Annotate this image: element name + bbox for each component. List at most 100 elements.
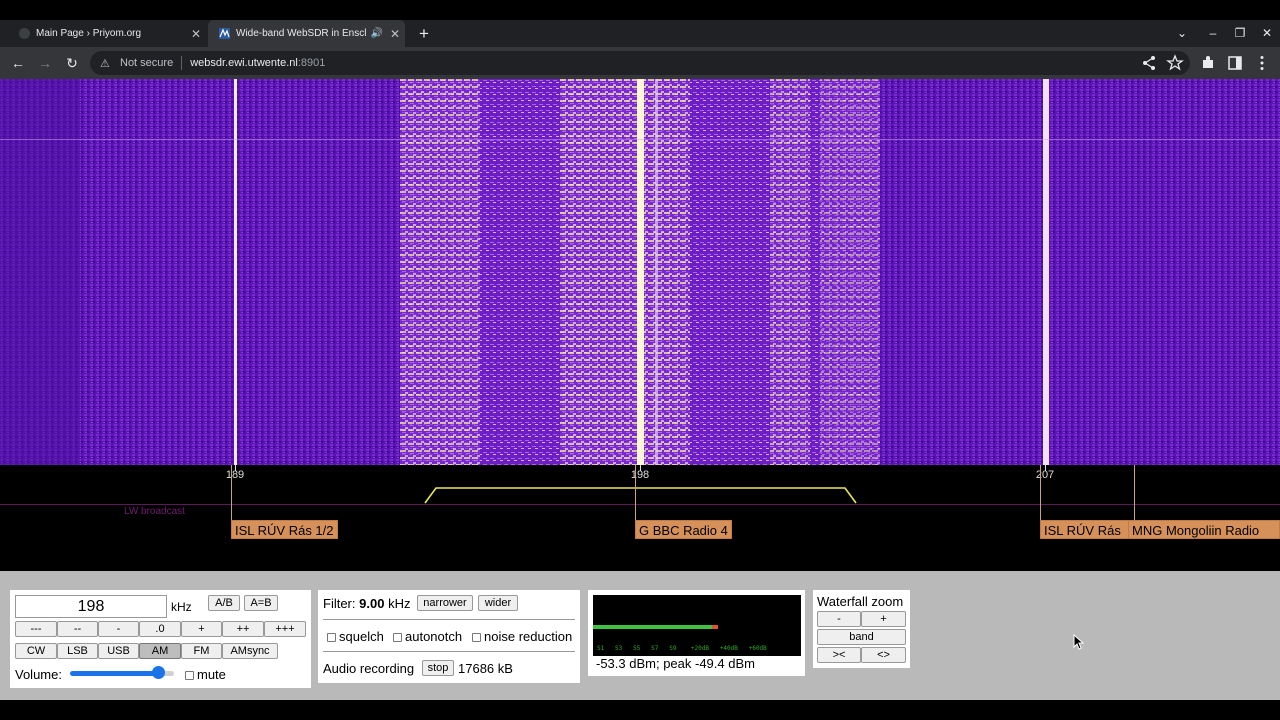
- mode-fm-button[interactable]: FM: [181, 643, 222, 659]
- station-marker-line: [635, 465, 636, 521]
- station-label-isl-ruv-2[interactable]: ISL RÚV Rás: [1040, 520, 1130, 539]
- mute-label: mute: [197, 667, 226, 682]
- omnibox-separator: [181, 56, 183, 70]
- autonotch-checkbox-box[interactable]: [393, 633, 402, 642]
- signal-reading: -53.3 dBm; peak -49.4 dBm: [596, 656, 755, 671]
- station-label-bbc-radio-4[interactable]: G BBC Radio 4: [635, 520, 732, 539]
- signal-level-bar: [593, 625, 712, 629]
- tab-title: Main Page › Priyom.org: [36, 28, 142, 39]
- filter-label: Filter:: [323, 596, 356, 611]
- filter-readout: Filter: 9.00 kHz: [323, 596, 410, 611]
- tab-priyom[interactable]: Main Page › Priyom.org ✕: [8, 20, 206, 47]
- passband-indicator[interactable]: [0, 465, 1280, 515]
- signal-meter: S1 S3 S5 S7 S9 +20dB +40dB +60dB: [593, 595, 801, 656]
- volume-slider-thumb[interactable]: [152, 666, 165, 679]
- reload-icon[interactable]: ↻: [62, 53, 82, 73]
- websdr-favicon-icon: [219, 28, 230, 39]
- top-black-strip: [0, 0, 1280, 20]
- mute-checkbox[interactable]: mute: [185, 667, 226, 682]
- squelch-checkbox[interactable]: squelch: [327, 629, 384, 644]
- share-icon[interactable]: [1139, 53, 1159, 73]
- step-up-small-button[interactable]: +: [181, 621, 222, 637]
- squelch-checkbox-box[interactable]: [327, 633, 336, 642]
- waterfall-display[interactable]: [0, 79, 1280, 465]
- squelch-label: squelch: [339, 629, 384, 644]
- step-down-medium-button[interactable]: --: [57, 621, 98, 637]
- url-port: :8901: [297, 57, 326, 69]
- round-frequency-button[interactable]: .0: [139, 621, 181, 637]
- waterfall-image: [0, 79, 1280, 465]
- menu-icon[interactable]: [1252, 53, 1272, 73]
- noise-reduction-checkbox-box[interactable]: [472, 633, 481, 642]
- mode-cw-button[interactable]: CW: [15, 643, 57, 659]
- zoom-plus-button[interactable]: +: [861, 611, 906, 627]
- new-tab-button[interactable]: +: [414, 20, 434, 47]
- minimize-icon[interactable]: –: [1201, 20, 1225, 47]
- noise-reduction-checkbox[interactable]: noise reduction: [472, 629, 572, 644]
- mode-lsb-button[interactable]: LSB: [57, 643, 98, 659]
- screen: Main Page › Priyom.org ✕ Wide-band WebSD…: [0, 0, 1280, 720]
- step-up-medium-button[interactable]: ++: [222, 621, 264, 637]
- ab-button[interactable]: A/B: [208, 595, 240, 611]
- forward-icon[interactable]: →: [35, 53, 55, 73]
- close-window-icon[interactable]: ✕: [1255, 20, 1279, 47]
- band-line: [0, 504, 1280, 505]
- zoom-out-button[interactable]: <>: [861, 647, 906, 663]
- autonotch-label: autonotch: [405, 629, 463, 644]
- audio-playing-icon[interactable]: 🔊: [369, 28, 385, 39]
- zoom-in-button[interactable]: ><: [817, 647, 861, 663]
- volume-label: Volume:: [15, 667, 62, 682]
- a-equals-b-button[interactable]: A=B: [244, 595, 278, 611]
- station-label-mongoliin-radio[interactable]: MNG Mongoliin Radio: [1128, 520, 1280, 539]
- mode-am-button[interactable]: AM: [139, 643, 181, 659]
- step-down-small-button[interactable]: -: [98, 621, 139, 637]
- mode-usb-button[interactable]: USB: [98, 643, 139, 659]
- autonotch-checkbox[interactable]: autonotch: [393, 629, 462, 644]
- tab-search-icon[interactable]: ⌄: [1170, 20, 1194, 47]
- narrower-button[interactable]: narrower: [417, 595, 473, 611]
- mute-checkbox-box[interactable]: [185, 671, 194, 680]
- restore-icon[interactable]: ❐: [1228, 20, 1252, 47]
- frequency-scale[interactable]: 189 198 207 LW broadcast: [0, 465, 1280, 571]
- noise-reduction-label: noise reduction: [484, 629, 573, 644]
- zoom-band-button[interactable]: band: [817, 629, 906, 645]
- filter-divider: [323, 619, 575, 620]
- filter-width-value: 9.00: [359, 596, 385, 611]
- station-label-isl-ruv[interactable]: ISL RÚV Rás 1/2: [231, 520, 338, 539]
- station-marker-line: [1040, 465, 1041, 521]
- bottom-black-strip: [0, 700, 1280, 720]
- volume-slider-fill[interactable]: [70, 671, 158, 676]
- audio-recording-label: Audio recording: [323, 661, 415, 676]
- stop-recording-button[interactable]: stop: [422, 660, 454, 676]
- address-bar[interactable]: ⚠ Not secure websdr.ewi.utwente.nl :8901: [90, 51, 1190, 75]
- recording-size: 17686 kB: [458, 661, 513, 676]
- tab-websdr[interactable]: Wide-band WebSDR in Enscl 🔊 ✕: [208, 20, 405, 47]
- url-host: websdr.ewi.utwente.nl: [190, 57, 298, 69]
- star-icon[interactable]: [1165, 53, 1185, 73]
- sidepanel-icon[interactable]: [1225, 53, 1245, 73]
- station-marker-line: [231, 465, 232, 521]
- signal-meter-scale: S1 S3 S5 S7 S9 +20dB +40dB +60dB: [597, 645, 767, 652]
- back-icon[interactable]: ←: [8, 53, 28, 73]
- tab-bar: Main Page › Priyom.org ✕ Wide-band WebSD…: [0, 20, 1280, 47]
- extensions-icon[interactable]: [1198, 53, 1218, 73]
- mouse-cursor-icon: [1073, 634, 1085, 650]
- priyom-favicon-icon: [19, 28, 30, 39]
- zoom-title: Waterfall zoom: [817, 594, 904, 609]
- filter-divider: [323, 651, 575, 652]
- tab-close-icon[interactable]: ✕: [186, 27, 206, 41]
- signal-peak-marker: [712, 625, 718, 629]
- security-status[interactable]: Not secure: [120, 57, 173, 69]
- band-label: LW broadcast: [124, 506, 185, 517]
- tab-title: Wide-band WebSDR in Enscl: [236, 28, 367, 39]
- warning-icon[interactable]: ⚠: [100, 57, 114, 70]
- step-down-large-button[interactable]: ---: [15, 621, 57, 637]
- mode-amsync-button[interactable]: AMsync: [222, 643, 278, 659]
- wider-button[interactable]: wider: [478, 595, 518, 611]
- zoom-minus-button[interactable]: -: [817, 611, 861, 627]
- frequency-input[interactable]: 198: [15, 595, 167, 618]
- frequency-unit: kHz: [171, 600, 192, 614]
- tab-close-icon[interactable]: ✕: [385, 27, 405, 41]
- step-up-large-button[interactable]: +++: [264, 621, 306, 637]
- browser-toolbar: ← → ↻ ⚠ Not secure websdr.ewi.utwente.nl…: [0, 47, 1280, 79]
